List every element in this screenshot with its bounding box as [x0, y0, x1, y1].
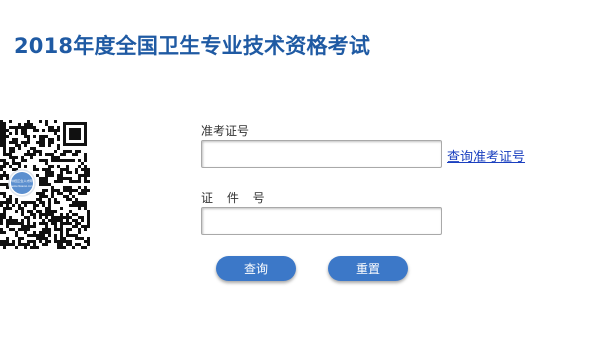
page-title: 2018年度全国卫生专业技术资格考试 [14, 34, 371, 58]
qr-code-graphic: 中国卫生人才网 www.21wecan.com [0, 118, 90, 250]
qr-logo-url: www.21wecan.com [11, 185, 32, 188]
id-number-label: 证 件 号 [201, 191, 270, 205]
id-number-input[interactable] [201, 207, 442, 235]
qr-code-image: 中国卫生人才网 www.21wecan.com [0, 118, 90, 250]
reset-button[interactable]: 重置 [328, 256, 408, 281]
lookup-exam-id-link[interactable]: 查询准考证号 [447, 146, 525, 165]
exam-id-input[interactable] [201, 140, 442, 168]
exam-id-label: 准考证号 [201, 124, 250, 138]
query-button[interactable]: 查询 [216, 256, 296, 281]
qr-logo-text: 中国卫生人才网 [11, 178, 32, 183]
